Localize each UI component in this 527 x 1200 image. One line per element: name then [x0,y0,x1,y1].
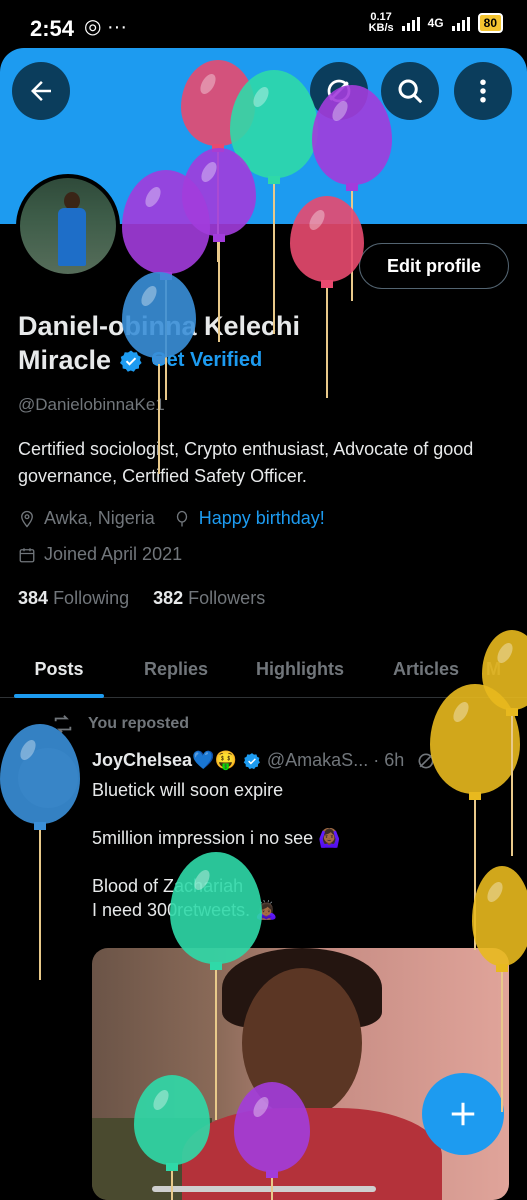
following-link[interactable]: 384 Following [18,588,129,609]
profile-joined-date: Joined April 2021 [44,544,183,564]
profile-name-line2: Miracle [18,345,112,375]
tab-replies[interactable]: Replies [118,640,234,698]
status-notification-icons: ◎ ··· [84,16,127,38]
battery-icon: 80 [477,13,503,33]
followers-link[interactable]: 382 Followers [153,588,265,609]
profile-location: Awka, Nigeria [44,508,155,528]
balloon-icon [234,1082,310,1200]
profile-meta-location-row: Awka, Nigeria Happy birthday! [18,508,325,529]
balloon-birthday-icon [176,510,187,526]
tab-posts[interactable]: Posts [0,640,118,698]
tweet-author-name[interactable]: JoyChelsea💙🤑 [92,750,237,771]
profile-avatar[interactable] [16,174,120,278]
search-icon [398,79,423,104]
balloon-icon [482,630,527,856]
network-speed: 0.17 KB/s [368,11,394,34]
balloon-icon [122,272,196,474]
more-vertical-icon [480,79,486,103]
balloon-icon [290,196,364,398]
follow-stats: 384 Following 382 Followers [18,588,265,609]
more-button[interactable] [454,62,512,120]
profile-meta-joined-row: Joined April 2021 [18,544,182,565]
balloon-icon [472,866,527,1112]
back-button[interactable] [12,62,70,120]
tab-highlights[interactable]: Highlights [234,640,366,698]
tweet-text: Bluetick will soon expire 5million impre… [92,780,341,920]
balloon-icon [0,724,80,980]
tweet-handle-time: @AmakaS... · 6h [266,750,405,770]
status-bar: 2:54 ◎ ··· 0.17 KB/s 4G 80 [0,0,527,52]
calendar-icon [19,547,35,562]
signal-icon [401,15,420,31]
balloon-icon [134,1075,210,1200]
signal-icon-2 [451,15,470,31]
birthday-link[interactable]: Happy birthday! [199,508,325,529]
repost-label: You reposted [88,715,190,732]
status-right-group: 0.17 KB/s 4G 80 [369,12,503,34]
tweet-header: JoyChelsea💙🤑 @AmakaS... · 6h [92,750,436,771]
network-type: 4G [427,16,444,30]
status-time: 2:54 [30,16,75,41]
arrow-left-icon [31,81,51,101]
location-pin-icon [21,510,33,528]
profile-bio: Certified sociologist, Crypto enthusiast… [18,439,474,486]
verified-badge-icon [243,752,260,769]
